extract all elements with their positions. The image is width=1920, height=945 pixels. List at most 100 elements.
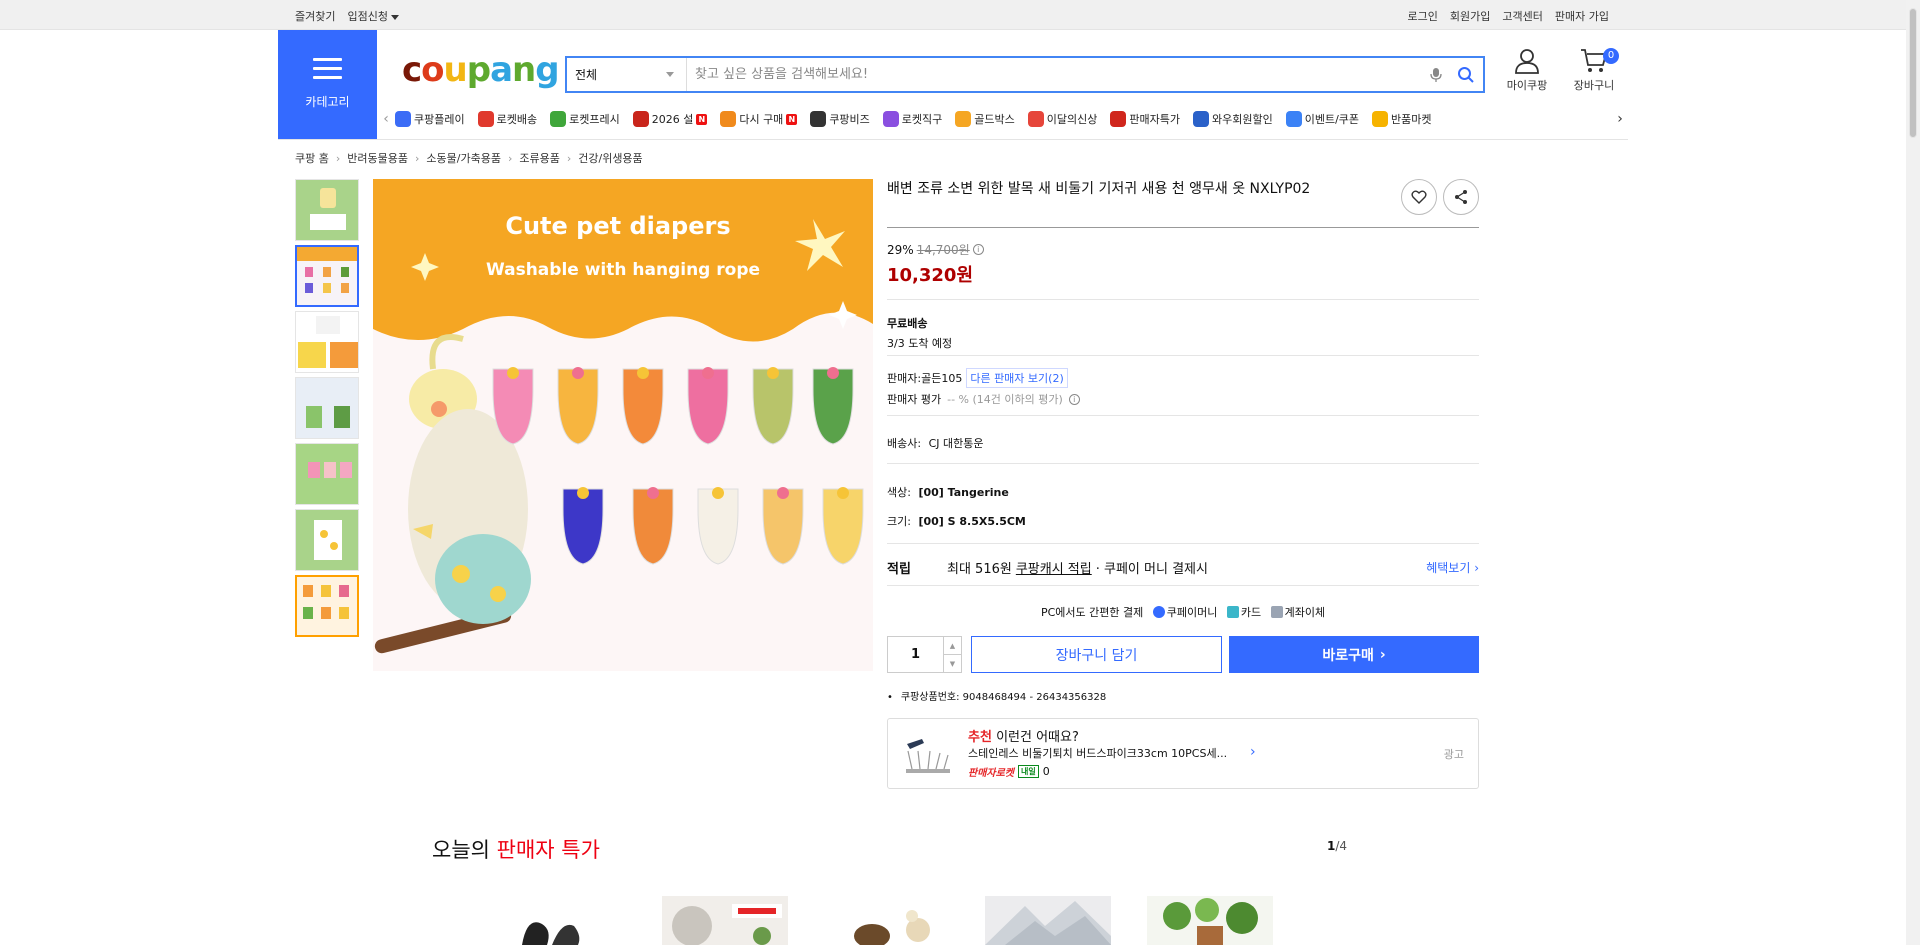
breadcrumb-item[interactable]: 건강/위생용품 (578, 150, 642, 166)
header-divider (278, 139, 1628, 140)
recommend-box[interactable]: 추천 이런건 어때요? 스테인레스 비둘기퇴치 버드스파이크33cm 10PCS… (887, 718, 1479, 789)
breadcrumb-item[interactable]: 조류용품 (519, 150, 559, 166)
color-option[interactable]: 색상: [00] Tangerine (887, 463, 1479, 500)
product-number: 쿠팡상품번호: 9048468494 - 26434356328 (887, 688, 1106, 703)
thumbnail[interactable] (295, 443, 359, 505)
menu-item-label: 다시 구매 (739, 113, 784, 126)
heart-icon (1411, 190, 1427, 204)
shipping-title: 무료배송 (887, 317, 928, 330)
coupang-cash-link[interactable]: 쿠팡캐시 적립 (1016, 558, 1092, 577)
product-main-image[interactable]: Cute pet diapers Washable with hanging r… (373, 179, 873, 671)
buy-now-button[interactable]: 바로구매 › (1229, 636, 1479, 673)
chevron-right-icon[interactable]: › (1250, 744, 1256, 760)
menu-item-icon (720, 111, 737, 127)
menu-item[interactable]: 로켓직구 (882, 111, 942, 127)
scrollbar-thumb[interactable] (1909, 8, 1917, 138)
benefit-link[interactable]: 혜택보기 › (1426, 559, 1479, 576)
qty-down-icon[interactable]: ▼ (944, 655, 961, 672)
cart-label: 장바구니 (1573, 79, 1615, 92)
recommend-product-image (902, 729, 952, 779)
chevron-right-icon[interactable]: › (1611, 111, 1629, 127)
menu-item-label: 이벤트/쿠폰 (1304, 113, 1360, 126)
signup-link[interactable]: 회원가입 (1450, 8, 1490, 24)
mycoupang-button[interactable]: 마이쿠팡 (1502, 48, 1552, 93)
size-value: [00] S 8.5X5.5CM (918, 515, 1026, 528)
login-link[interactable]: 로그인 (1408, 8, 1438, 24)
thumbnail[interactable] (295, 179, 359, 241)
ad-label: 광고 (1443, 748, 1464, 761)
bank-icon (1270, 606, 1283, 618)
menu-item-label: 판매자특가 (1129, 113, 1180, 126)
size-option[interactable]: 크기: [00] S 8.5X5.5CM (887, 513, 1479, 529)
menu-item[interactable]: 쿠팡플레이 (395, 111, 465, 127)
search-button[interactable] (1449, 58, 1483, 91)
menu-item[interactable]: 이벤트/쿠폰 (1285, 111, 1360, 127)
menu-item-icon (632, 111, 649, 127)
breadcrumb-item[interactable]: 반려동물용품 (347, 150, 408, 166)
thumbnail[interactable] (295, 377, 359, 439)
info-icon[interactable]: i (972, 244, 984, 255)
menu-item[interactable]: 이달의신상 (1027, 111, 1097, 127)
menu-item[interactable]: 쿠팡비즈 (810, 111, 870, 127)
mic-icon[interactable] (1423, 58, 1449, 91)
top-bar: 즐겨찾기 입점신청 로그인 회원가입 고객센터 판매자 가입 (0, 0, 1906, 30)
deal-item[interactable] (985, 896, 1111, 945)
bookmark-link[interactable]: 즐겨찾기 (295, 8, 335, 24)
search-category-select[interactable]: 전체 (567, 58, 687, 91)
menu-item[interactable]: 골드박스 (955, 111, 1015, 127)
deal-item[interactable] (1147, 896, 1273, 945)
menu-item-icon (882, 111, 899, 127)
scrollbar[interactable] (1906, 0, 1920, 945)
customer-center-link[interactable]: 고객센터 (1502, 8, 1542, 24)
card-icon (1226, 606, 1239, 618)
qty-up-icon[interactable]: ▲ (944, 637, 961, 655)
search-input[interactable] (687, 58, 1423, 91)
divider (887, 585, 1479, 586)
deal-item[interactable] (822, 896, 948, 945)
wishlist-button[interactable] (1401, 179, 1437, 215)
breadcrumb-item[interactable]: 소동물/가축용품 (426, 150, 501, 166)
menu-item[interactable]: 반품마켓 (1372, 111, 1432, 127)
partner-apply-link[interactable]: 입점신청 (347, 8, 399, 24)
breadcrumb-item[interactable]: 쿠팡 홈 (295, 150, 329, 166)
arrival-date: 3/3 도착 예정 (887, 337, 953, 350)
user-icon (1515, 49, 1539, 74)
menu-item[interactable]: 로켓프레시 (550, 111, 620, 127)
menu-item[interactable]: 판매자특가 (1110, 111, 1180, 127)
recommend-product-name[interactable]: 스테인레스 비둘기퇴치 버드스파이크33cm 10PCS세... (968, 745, 1227, 761)
quantity-value[interactable]: 1 (888, 637, 943, 672)
thumbnail[interactable] (295, 575, 359, 637)
product-info: 배변 조류 소변 위한 발목 새 비둘기 기저귀 새용 천 앵무새 옷 NXLY… (887, 179, 1479, 789)
share-button[interactable] (1443, 179, 1479, 215)
other-seller-button[interactable]: 다른 판매자 보기(2) (966, 368, 1068, 388)
deal-item[interactable] (662, 896, 788, 945)
cart-button[interactable]: 0 장바구니 (1569, 48, 1619, 93)
quantity-stepper[interactable]: 1 ▲ ▼ (887, 636, 962, 673)
info-icon[interactable]: i (1068, 393, 1080, 405)
thumbnail[interactable] (295, 509, 359, 571)
today-deals-title: 오늘의 판매자 특가 (432, 838, 600, 862)
seller-rocket-badge: 판매자로켓 내일 0 (968, 765, 1050, 779)
chevron-left-icon[interactable]: ‹ (377, 111, 395, 127)
menu-item[interactable]: 와우회원할인 (1192, 111, 1273, 127)
search-bar: 전체 (565, 56, 1485, 93)
seller-signup-link[interactable]: 판매자 가입 (1555, 8, 1609, 24)
menu-item[interactable]: 2026 설N (632, 111, 708, 127)
today-deals-pager: 1/4 (1327, 839, 1348, 853)
menu-item-label: 쿠팡플레이 (414, 113, 465, 126)
quick-menu: ‹ 쿠팡플레이 로켓배송 로켓프레시 2026 설 N 다시 구매 N 쿠팡비즈 로켓직구 골드박… (377, 104, 1629, 134)
discount-rate: 29% (887, 242, 914, 257)
menu-item[interactable]: 로켓배송 (477, 111, 538, 127)
seller-name: 골든105 (921, 372, 963, 385)
thumbnail[interactable] (295, 311, 359, 373)
menu-item-label: 로켓배송 (496, 113, 538, 126)
thumbnail[interactable] (295, 245, 359, 307)
shipping-info: 무료배송 3/3 도착 예정 (887, 299, 1479, 351)
menu-item-label: 와우회원할인 (1211, 113, 1273, 126)
category-button[interactable]: 카테고리 (278, 30, 377, 140)
coupang-logo[interactable]: coupang (402, 50, 560, 90)
menu-item[interactable]: 다시 구매 N (720, 111, 798, 127)
thumbnail-list (295, 179, 359, 641)
add-to-cart-button[interactable]: 장바구니 담기 (971, 636, 1222, 673)
deal-item[interactable] (502, 896, 628, 945)
